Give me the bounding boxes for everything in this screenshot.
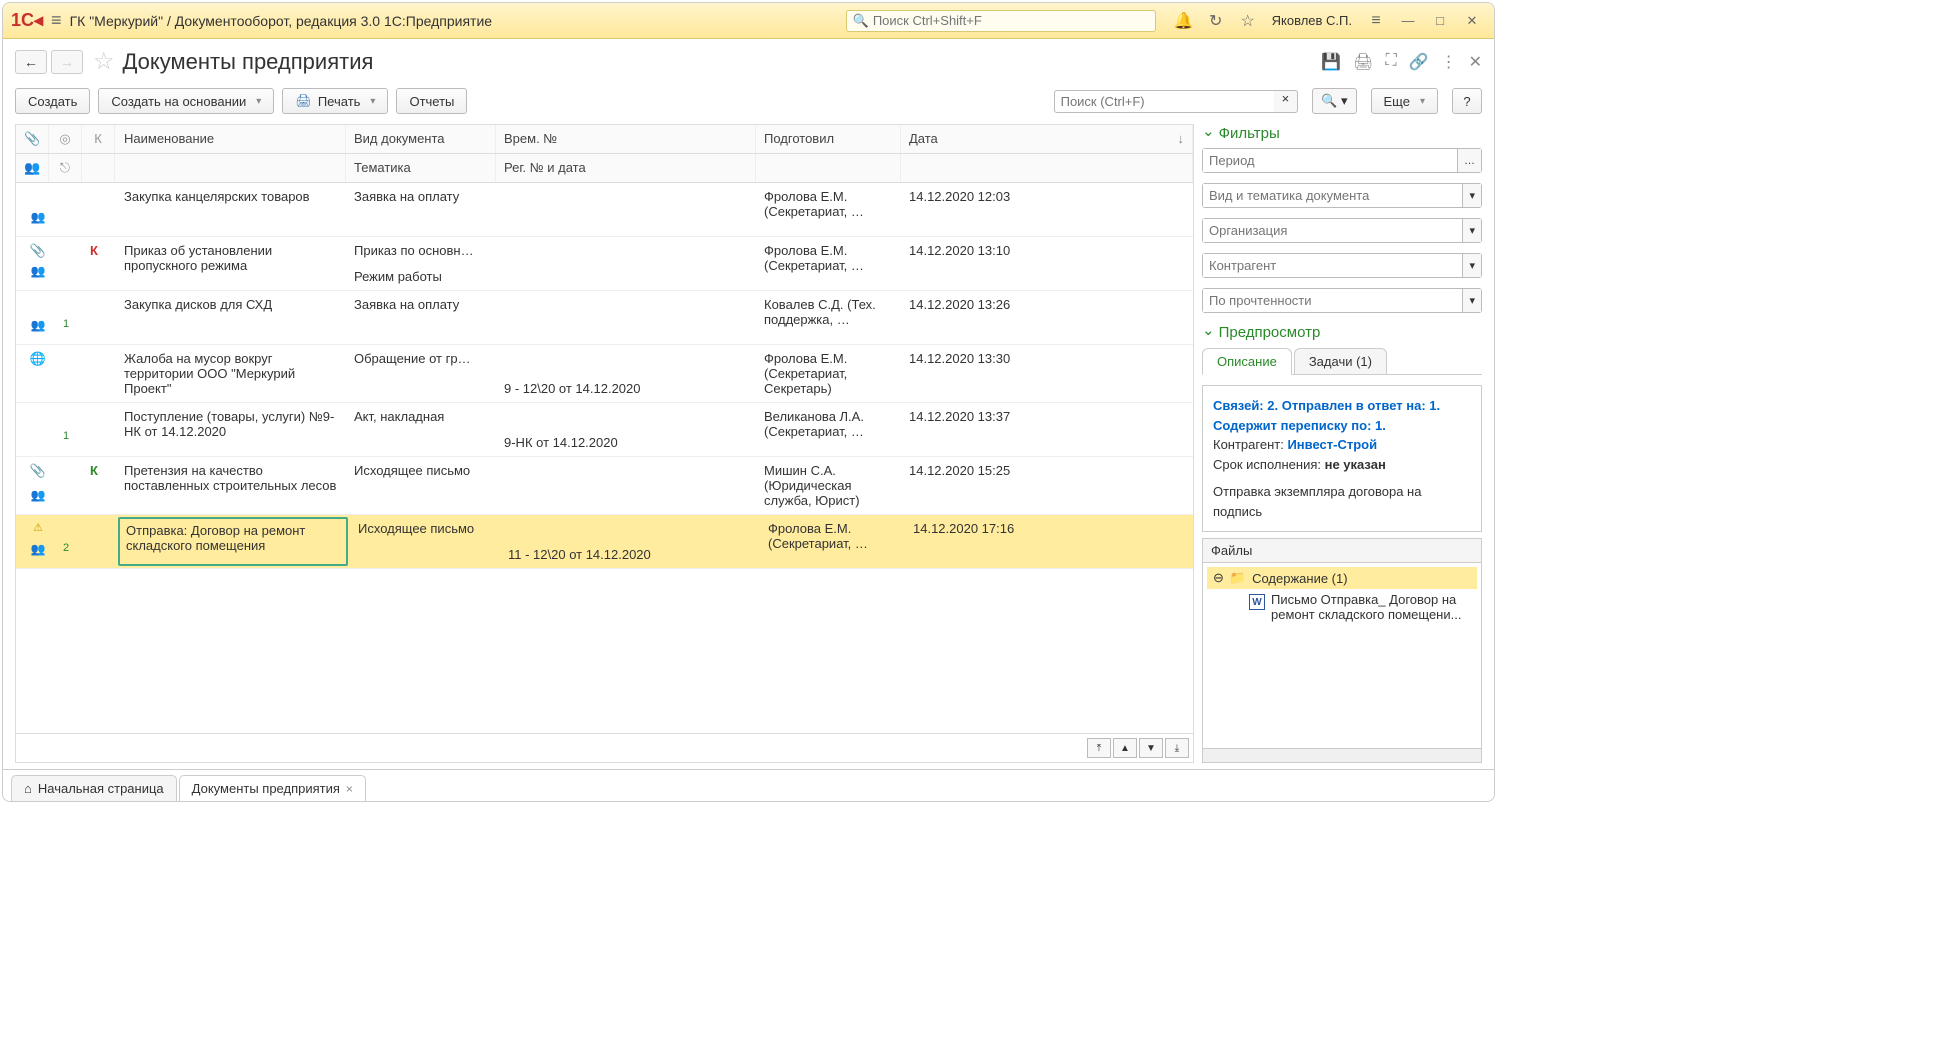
create-based-button[interactable]: Создать на основании xyxy=(98,88,274,114)
close-tab-icon[interactable]: × xyxy=(346,782,353,796)
nav-up-button[interactable]: ▲ xyxy=(1113,738,1137,758)
preview-header[interactable]: Предпросмотр xyxy=(1202,323,1482,341)
search-button[interactable]: 🔍 ▾ xyxy=(1312,88,1356,114)
print-button[interactable]: 🖨Печать xyxy=(282,88,388,114)
preview-contractor[interactable]: Инвест-Строй xyxy=(1287,437,1377,452)
col-status-icon[interactable]: ◎ xyxy=(49,125,82,153)
table-row[interactable]: 🌐 Жалоба на мусор вокруг территории ООО … xyxy=(16,345,1193,403)
file-item[interactable]: W Письмо Отправка_ Договор на ремонт скл… xyxy=(1207,589,1477,625)
col-k[interactable]: К xyxy=(82,125,115,153)
preview-icon[interactable]: ⛶ xyxy=(1385,52,1396,72)
toolbar: Создать Создать на основании 🖨Печать Отч… xyxy=(3,84,1494,124)
dropdown-icon[interactable]: ▾ xyxy=(1462,254,1481,277)
col-type[interactable]: Вид документа xyxy=(346,125,496,153)
help-button[interactable]: ? xyxy=(1452,88,1482,114)
dropdown-icon[interactable]: ▾ xyxy=(1462,219,1481,242)
table-row[interactable]: 📎К 👥 Претензия на качество поставленных … xyxy=(16,457,1193,515)
kebab-icon[interactable]: ⋮ xyxy=(1441,52,1457,72)
nav-forward-button[interactable]: → xyxy=(51,50,83,74)
col-temp-num[interactable]: Врем. № xyxy=(496,125,756,153)
save-icon[interactable]: 💾 xyxy=(1321,52,1341,72)
collapse-icon[interactable]: ⊖ xyxy=(1213,570,1224,586)
global-search-input[interactable] xyxy=(873,13,1149,28)
filter-period[interactable]: … xyxy=(1202,148,1482,173)
files-panel: Файлы ⊖ 📁 Содержание (1) W Письмо Отправ… xyxy=(1202,538,1482,763)
sort-arrow-icon: ↓ xyxy=(1178,131,1185,146)
create-button[interactable]: Создать xyxy=(15,88,90,114)
minimize-button[interactable]: — xyxy=(1394,7,1422,35)
col-name[interactable]: Наименование xyxy=(116,125,346,153)
preview-body: Отправка экземпляра договора на подпись xyxy=(1213,482,1471,521)
filter-org[interactable]: ▾ xyxy=(1202,218,1482,243)
preview-links[interactable]: Связей: 2. Отправлен в ответ на: 1. Соде… xyxy=(1213,396,1471,435)
page-header: ← → ☆ Документы предприятия 💾 🖨 ⛶ 🔗 ⋮ ✕ xyxy=(3,39,1494,84)
nav-back-button[interactable]: ← xyxy=(15,50,47,74)
col-prepared[interactable]: Подготовил xyxy=(756,125,901,153)
bottom-tabs: ⌂ Начальная страница Документы предприят… xyxy=(3,769,1494,801)
filter-contractor[interactable]: ▾ xyxy=(1202,253,1482,278)
home-icon: ⌂ xyxy=(24,781,32,796)
files-folder[interactable]: ⊖ 📁 Содержание (1) xyxy=(1207,567,1477,589)
table-row[interactable]: 👥 Закупка канцелярских товаров Заявка на… xyxy=(16,183,1193,237)
nav-down-button[interactable]: ▼ xyxy=(1139,738,1163,758)
filters-header[interactable]: Фильтры xyxy=(1202,124,1482,142)
app-title: ГК "Меркурий" / Документооборот, редакци… xyxy=(70,13,492,29)
preview-content: Связей: 2. Отправлен в ответ на: 1. Соде… xyxy=(1202,385,1482,532)
table-row[interactable]: ⚠ 👥2 Отправка: Договор на ремонт складск… xyxy=(16,515,1193,569)
maximize-button[interactable]: □ xyxy=(1426,7,1454,35)
page-title: Документы предприятия xyxy=(123,49,374,75)
col-date[interactable]: Дата↓ xyxy=(901,125,1193,153)
period-picker-icon[interactable]: … xyxy=(1457,149,1481,172)
main-menu-icon[interactable]: ≡ xyxy=(51,10,62,31)
word-icon: W xyxy=(1249,594,1265,610)
titlebar: 1C◂ ≡ ГК "Меркурий" / Документооборот, р… xyxy=(3,3,1494,39)
reports-button[interactable]: Отчеты xyxy=(396,88,467,114)
settings-icon[interactable]: ≡ xyxy=(1362,7,1390,35)
username[interactable]: Яковлев С.П. xyxy=(1266,13,1358,28)
tab-home[interactable]: ⌂ Начальная страница xyxy=(11,775,177,802)
files-header: Файлы xyxy=(1203,539,1481,563)
more-button[interactable]: Еще xyxy=(1371,88,1438,114)
files-scrollbar[interactable] xyxy=(1203,748,1481,762)
documents-table: 📎 ◎ К Наименование Вид документа Врем. №… xyxy=(15,124,1194,763)
table-row[interactable]: 📎К 👥 Приказ об установлении пропускного … xyxy=(16,237,1193,291)
search-clear-button[interactable]: × xyxy=(1274,90,1299,113)
col-attachment-icon[interactable]: 📎 xyxy=(16,125,49,153)
tab-documents[interactable]: Документы предприятия × xyxy=(179,775,366,802)
col-reg-num[interactable]: Рег. № и дата xyxy=(496,154,756,182)
col-topic[interactable]: Тематика xyxy=(346,154,496,182)
nav-last-button[interactable]: ⤓ xyxy=(1165,738,1189,758)
nav-first-button[interactable]: ⤒ xyxy=(1087,738,1111,758)
table-row[interactable]: 1 Поступление (товары, услуги) №9-НК от … xyxy=(16,403,1193,457)
folder-icon: 📁 xyxy=(1230,570,1246,586)
close-page-icon[interactable]: ✕ xyxy=(1469,52,1482,72)
history-icon[interactable]: ↻ xyxy=(1202,7,1230,35)
dropdown-icon[interactable]: ▾ xyxy=(1462,184,1481,207)
printer-icon: 🖨 xyxy=(295,93,312,109)
sidebar: Фильтры … ▾ ▾ ▾ ▾ Предпросмотр Описание … xyxy=(1202,124,1482,763)
star-icon[interactable]: ☆ xyxy=(1234,7,1262,35)
search-icon: 🔍 xyxy=(853,13,869,29)
dropdown-icon[interactable]: ▾ xyxy=(1462,289,1481,312)
tab-tasks[interactable]: Задачи (1) xyxy=(1294,348,1387,375)
table-row[interactable]: 👥1 Закупка дисков для СХД Заявка на опла… xyxy=(16,291,1193,345)
global-search[interactable]: 🔍 xyxy=(846,10,1156,32)
logo-1c: 1C◂ xyxy=(11,10,43,31)
bell-icon[interactable]: 🔔 xyxy=(1170,7,1198,35)
list-search-input[interactable] xyxy=(1054,90,1274,113)
filter-doctype[interactable]: ▾ xyxy=(1202,183,1482,208)
print-icon[interactable]: 🖨 xyxy=(1353,52,1373,72)
col-users-icon[interactable]: 👥 xyxy=(16,154,49,182)
filter-read[interactable]: ▾ xyxy=(1202,288,1482,313)
favorite-icon[interactable]: ☆ xyxy=(93,47,115,76)
link-icon[interactable]: 🔗 xyxy=(1409,52,1429,72)
close-button[interactable]: ✕ xyxy=(1458,7,1486,35)
col-tree-icon[interactable]: ⎋ xyxy=(49,154,82,182)
tab-description[interactable]: Описание xyxy=(1202,348,1292,375)
